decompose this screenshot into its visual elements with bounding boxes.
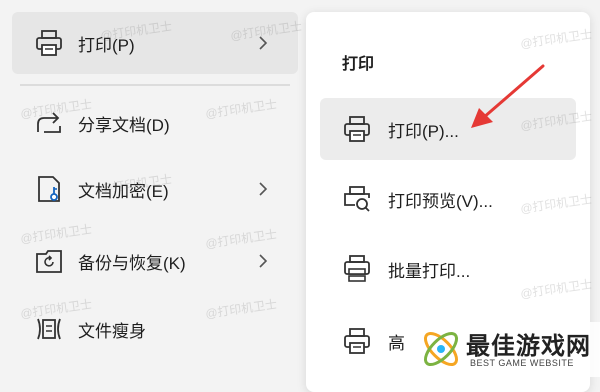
- printer-icon: [32, 26, 66, 60]
- site-logo: 最佳游戏网 BEST GAME WEBSITE: [410, 322, 600, 377]
- logo-text: 最佳游戏网: [466, 333, 591, 360]
- batch-print-icon: [340, 252, 374, 286]
- share-icon: [32, 106, 66, 140]
- printer-icon: [340, 324, 374, 358]
- submenu-item-batch-print[interactable]: 批量打印...: [320, 238, 576, 300]
- menu-item-label: 分享文档(D): [78, 115, 170, 135]
- print-preview-icon: [340, 182, 374, 216]
- file-menu-left: 打印(P) 分享文档(D) 文档加密(E) 备份与恢复(K) 文件瘦身: [0, 0, 300, 377]
- chevron-right-icon: [259, 182, 268, 196]
- submenu-item-print-preview[interactable]: 打印预览(V)...: [320, 168, 576, 230]
- submenu-item-label: 批量打印...: [388, 261, 471, 281]
- chevron-right-icon: [259, 36, 268, 50]
- chevron-right-icon: [259, 254, 268, 268]
- menu-item-share-document[interactable]: 分享文档(D): [12, 92, 298, 154]
- menu-item-label: 备份与恢复(K): [78, 253, 186, 273]
- document-key-icon: [32, 172, 66, 206]
- submenu-item-label: 高: [388, 333, 405, 353]
- printer-icon: [340, 112, 374, 146]
- menu-item-label: 文档加密(E): [78, 181, 169, 201]
- divider: [20, 84, 290, 86]
- submenu-title: 打印: [342, 56, 375, 73]
- menu-item-encrypt-document[interactable]: 文档加密(E): [12, 158, 298, 220]
- compress-file-icon: [32, 312, 66, 346]
- logo-subtext: BEST GAME WEBSITE: [470, 358, 574, 368]
- menu-item-backup-restore[interactable]: 备份与恢复(K): [12, 230, 298, 292]
- menu-item-label: 打印(P): [78, 35, 135, 55]
- annotation-arrow-icon: [471, 64, 545, 128]
- menu-item-slim-file[interactable]: 文件瘦身: [12, 298, 298, 360]
- submenu-item-label: 打印预览(V)...: [388, 191, 493, 211]
- menu-item-print[interactable]: 打印(P): [12, 12, 298, 74]
- submenu-item-label: 打印(P)...: [388, 121, 459, 141]
- logo-mark-icon: [423, 331, 459, 367]
- menu-item-label: 文件瘦身: [78, 321, 146, 341]
- backup-restore-icon: [32, 244, 66, 278]
